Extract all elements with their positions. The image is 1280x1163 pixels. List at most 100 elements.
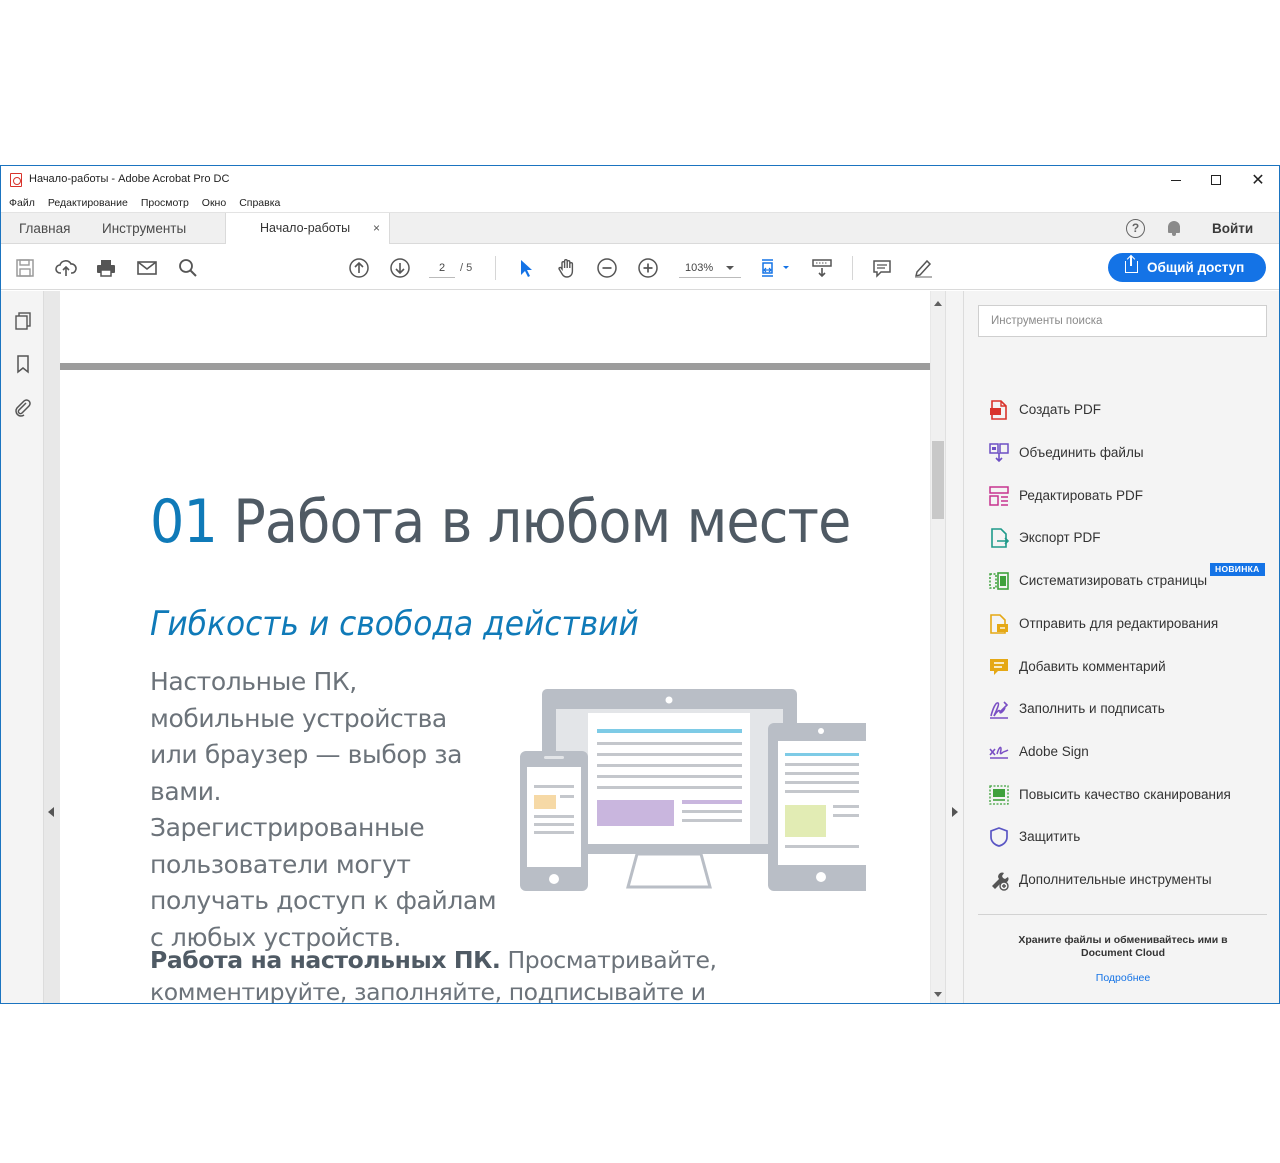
minimize-icon — [1171, 179, 1181, 181]
document-viewport[interactable]: 01 Работа в любом месте Гибкость и свобо… — [44, 291, 931, 1003]
share-icon — [1125, 256, 1138, 273]
previous-page-icon[interactable] — [348, 257, 370, 279]
acrobat-app-icon — [10, 173, 22, 187]
menu-help[interactable]: Справка — [239, 194, 280, 212]
tab-close-icon[interactable]: × — [373, 213, 380, 244]
minimize-button[interactable] — [1161, 170, 1191, 190]
maximize-icon — [1211, 175, 1221, 185]
tool-protect[interactable]: Защитить — [988, 826, 1278, 850]
tool-more-tools[interactable]: Дополнительные инструменты — [988, 869, 1278, 893]
tool-search-input[interactable]: Инструменты поиска — [978, 305, 1267, 337]
print-icon[interactable] — [95, 257, 117, 279]
tab-document[interactable]: Начало-работы × — [225, 213, 390, 245]
devices-illustration — [520, 689, 866, 891]
tab-home[interactable]: Главная — [19, 213, 70, 244]
adobe-sign-icon — [988, 741, 1010, 763]
learn-more-link[interactable]: Подробнее — [994, 972, 1252, 984]
navigation-rail — [1, 291, 44, 1003]
page-number-input[interactable]: 2 — [429, 258, 455, 278]
fill-sign-icon — [988, 698, 1010, 720]
share-button[interactable]: Общий доступ — [1108, 253, 1266, 282]
tool-send-for-review[interactable]: Отправить для редактирования — [988, 613, 1278, 637]
zoom-in-icon[interactable] — [637, 257, 659, 279]
vertical-scrollbar[interactable] — [931, 291, 945, 1003]
toolbar-divider — [495, 256, 496, 280]
menu-view[interactable]: Просмотр — [141, 194, 189, 212]
scroll-down-icon[interactable] — [934, 992, 942, 997]
zoom-level-select[interactable]: 103% — [679, 258, 741, 278]
zoom-out-icon[interactable] — [596, 257, 618, 279]
tool-adobe-sign[interactable]: Adobe Sign — [988, 741, 1278, 765]
tool-label: Экспорт PDF — [1019, 530, 1101, 545]
tool-label: Добавить комментарий — [1019, 659, 1166, 674]
tool-create-pdf[interactable]: Создать PDF — [988, 399, 1278, 423]
tool-combine-files[interactable]: Объединить файлы — [988, 442, 1278, 466]
menu-bar: Файл Редактирование Просмотр Окно Справк… — [1, 194, 1279, 212]
save-icon[interactable] — [14, 257, 36, 279]
next-page-icon[interactable] — [389, 257, 411, 279]
close-window-button[interactable]: ✕ — [1243, 170, 1273, 190]
tool-label: Защитить — [1019, 829, 1081, 844]
page-heading: 01 Работа в любом месте — [150, 487, 851, 557]
desktop-paragraph: Работа на настольных ПК. Просматривайте,… — [150, 944, 850, 1003]
highlight-pen-icon[interactable] — [912, 257, 934, 279]
create-pdf-icon — [988, 399, 1010, 421]
panel-splitter[interactable] — [945, 291, 963, 1003]
email-icon[interactable] — [136, 257, 158, 279]
maximize-button[interactable] — [1201, 170, 1231, 190]
chevron-down-icon — [726, 266, 734, 270]
comment-icon[interactable] — [871, 257, 893, 279]
search-icon[interactable] — [177, 257, 199, 279]
tools-panel: Инструменты поиска Создать PDF Объединит… — [963, 291, 1279, 1003]
send-for-review-icon — [988, 613, 1010, 635]
collapse-left-panel-icon[interactable] — [48, 807, 54, 817]
share-button-label: Общий доступ — [1147, 260, 1245, 275]
tab-bar: Главная Инструменты Начало-работы × ? Во… — [1, 212, 1279, 245]
acrobat-window: Начало-работы - Adobe Acrobat Pro DC ✕ Ф… — [0, 165, 1280, 1004]
tool-add-comment[interactable]: Добавить комментарий — [988, 656, 1278, 680]
tool-fill-sign[interactable]: Заполнить и подписать — [988, 698, 1278, 722]
panel-divider — [978, 914, 1267, 915]
toolbar-divider — [852, 256, 853, 280]
select-cursor-icon[interactable] — [515, 257, 537, 279]
tool-label: Повысить качество сканирования — [1019, 787, 1231, 802]
tool-enhance-scan[interactable]: Повысить качество сканирования — [988, 784, 1278, 808]
organize-pages-icon — [988, 570, 1010, 592]
tool-label: Создать PDF — [1019, 402, 1102, 417]
edit-pdf-icon — [988, 485, 1010, 507]
title-bar: Начало-работы - Adobe Acrobat Pro DC ✕ — [1, 166, 1279, 194]
collapse-right-panel-icon[interactable] — [952, 807, 958, 817]
tool-label: Редактировать PDF — [1019, 488, 1144, 503]
heading-text: Работа в любом месте — [216, 487, 851, 557]
tool-label: Систематизировать страницы — [1019, 573, 1208, 588]
comment-icon — [988, 656, 1010, 678]
scroll-up-icon[interactable] — [934, 301, 942, 306]
heading-number: 01 — [150, 487, 218, 557]
scroll-mode-icon[interactable] — [811, 257, 833, 279]
main-toolbar: 2 / 5 103% Общий доступ — [1, 244, 1279, 290]
tool-label: Объединить файлы — [1019, 445, 1144, 460]
menu-window[interactable]: Окно — [202, 194, 226, 212]
tool-export-pdf[interactable]: Экспорт PDF — [988, 527, 1278, 551]
tool-label: Дополнительные инструменты — [1019, 872, 1212, 887]
tab-tools[interactable]: Инструменты — [102, 213, 186, 244]
page-fit-icon[interactable] — [759, 257, 791, 279]
more-tools-icon — [988, 869, 1010, 891]
menu-file[interactable]: Файл — [9, 194, 35, 212]
tool-edit-pdf[interactable]: Редактировать PDF — [988, 485, 1278, 509]
attachments-icon[interactable] — [13, 397, 33, 417]
bookmarks-icon[interactable] — [13, 354, 33, 374]
hand-tool-icon[interactable] — [556, 257, 578, 279]
page-total: / 5 — [460, 262, 473, 274]
help-icon[interactable]: ? — [1126, 219, 1145, 238]
scroll-thumb[interactable] — [932, 441, 944, 519]
enhance-scan-icon — [988, 784, 1010, 806]
tool-label: Заполнить и подписать — [1019, 701, 1165, 716]
body-paragraph: Настольные ПК, мобильные устройства или … — [150, 667, 497, 952]
page-thumbnails-icon[interactable] — [13, 311, 33, 331]
menu-edit[interactable]: Редактирование — [48, 194, 128, 212]
notifications-bell-icon[interactable] — [1167, 221, 1181, 236]
window-title: Начало-работы - Adobe Acrobat Pro DC — [29, 173, 230, 185]
upload-cloud-icon[interactable] — [55, 257, 77, 279]
sign-in-button[interactable]: Войти — [1212, 213, 1253, 244]
